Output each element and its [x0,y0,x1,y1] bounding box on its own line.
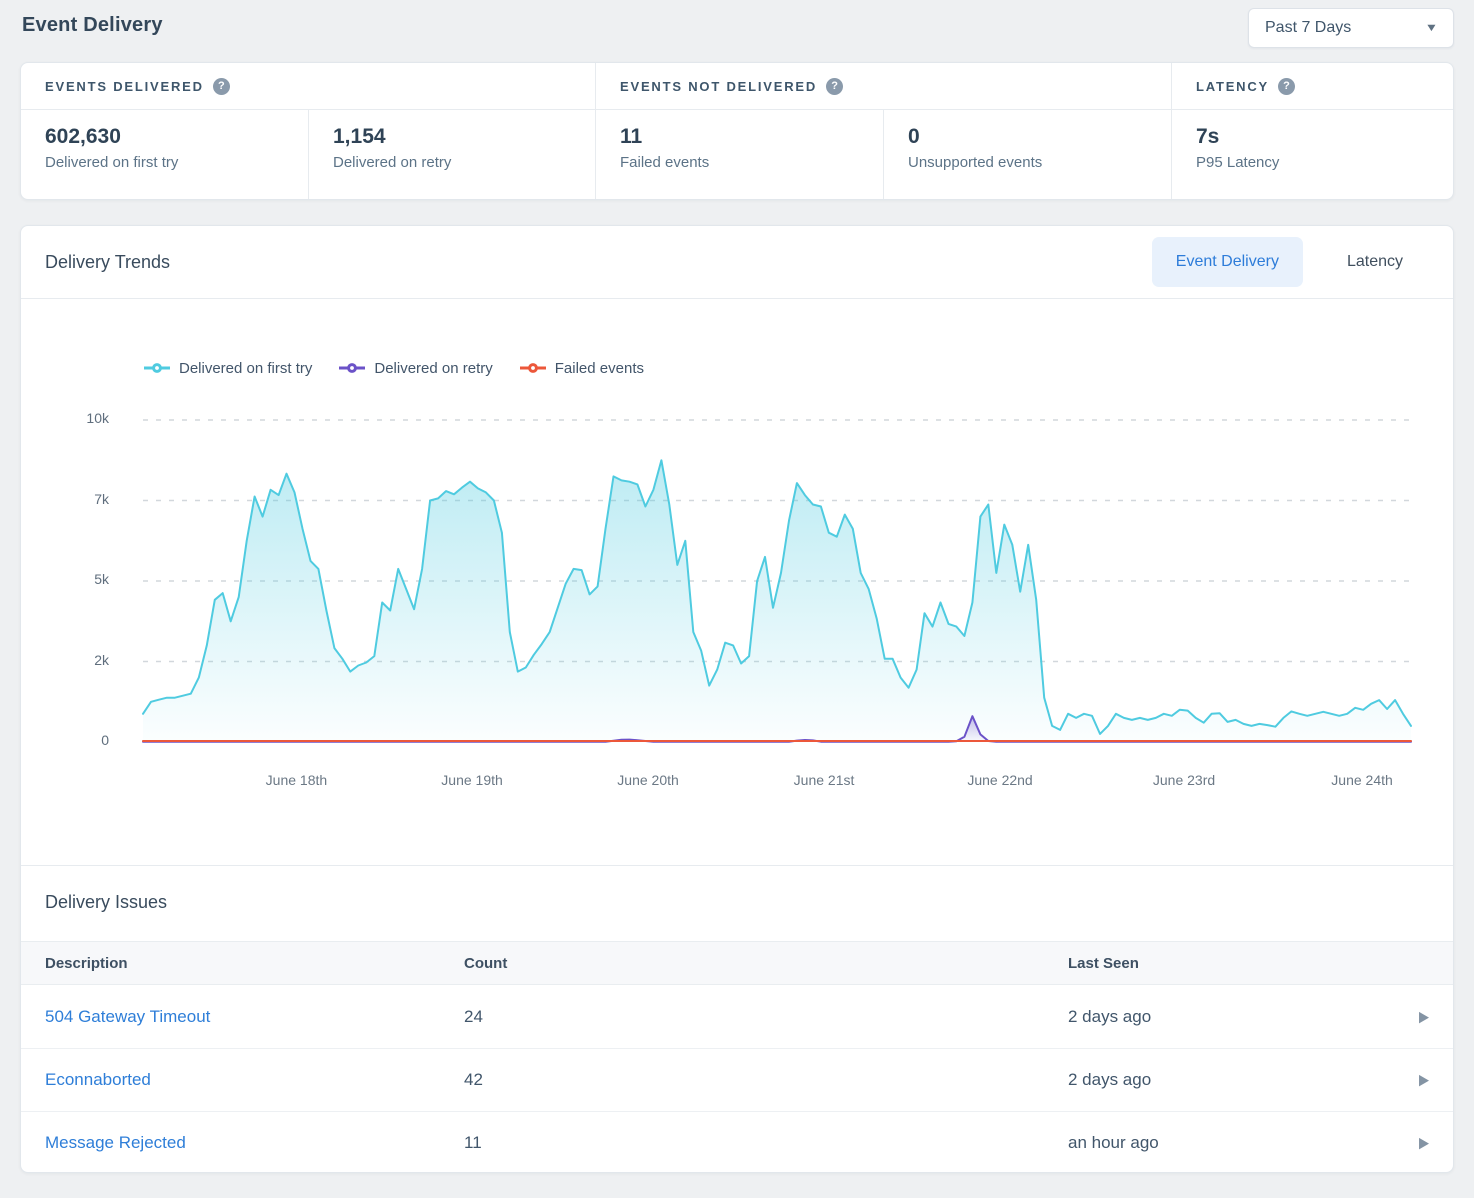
table-row[interactable]: Econnaborted 42 2 days ago ▶ [21,1048,1453,1111]
chart-section: Delivered on first try Delivered on retr… [21,355,1453,865]
x-axis-label: June 24th [1331,772,1393,788]
x-axis-label: June 23rd [1153,772,1215,788]
delivery-trends-chart[interactable]: 02k5k7k10k June 18thJune 19thJune 20thJu… [143,420,1411,742]
stat-delivered-retry: 1,154 Delivered on retry [308,110,595,200]
issue-link[interactable]: Message Rejected [45,1133,186,1152]
tab-event-delivery[interactable]: Event Delivery [1152,237,1303,287]
event-delivery-page: Event Delivery Past 7 Days ▼ EVENTS DELI… [0,0,1474,1173]
issues-table: Description Count Last Seen 504 Gateway … [21,941,1453,1173]
legend-label: Delivered on first try [179,360,312,377]
issue-count: 42 [464,1070,1068,1090]
column-header-description: Description [45,955,464,972]
delivery-trends-card: Delivery Trends Event Delivery Latency D… [20,225,1454,1173]
x-axis-label: June 21st [794,772,855,788]
stat-delivered-first-try: 602,630 Delivered on first try [21,110,308,200]
table-header-row: Description Count Last Seen [21,941,1453,985]
stats-group-label: LATENCY [1196,79,1269,94]
issues-title: Delivery Issues [21,888,1453,916]
legend-label: Delivered on retry [374,360,492,377]
page-title: Event Delivery [22,14,163,37]
tab-latency[interactable]: Latency [1323,237,1427,287]
stats-group-latency: LATENCY ? [1171,63,1453,109]
legend-marker-icon [338,362,366,374]
stats-group-events-not-delivered: EVENTS NOT DELIVERED ? [595,63,1171,109]
y-axis: 02k5k7k10k [21,420,121,742]
issue-last-seen: 2 days ago [1068,1070,1381,1090]
help-icon[interactable]: ? [1278,78,1295,95]
issue-last-seen: an hour ago [1068,1133,1381,1153]
chart-legend: Delivered on first try Delivered on retr… [143,355,1405,381]
legend-item-delivered-retry[interactable]: Delivered on retry [338,360,492,377]
time-range-select[interactable]: Past 7 Days ▼ [1248,8,1454,48]
legend-marker-icon [143,362,171,374]
stat-label: Delivered on retry [333,154,571,171]
chevron-right-icon[interactable]: ▶ [1419,1134,1429,1152]
column-header-count: Count [464,955,1068,972]
help-icon[interactable]: ? [213,78,230,95]
stat-value: 0 [908,125,1147,149]
y-axis-label: 5k [21,571,109,587]
x-axis-label: June 18th [266,772,328,788]
issue-count: 24 [464,1007,1068,1027]
issue-link[interactable]: Econnaborted [45,1070,151,1089]
table-row[interactable]: 504 Gateway Timeout 24 2 days ago ▶ [21,985,1453,1048]
y-axis-label: 10k [21,410,109,426]
chevron-down-icon: ▼ [1425,22,1439,34]
y-axis-label: 0 [21,732,109,748]
table-row[interactable]: Message Rejected 11 an hour ago ▶ [21,1111,1453,1173]
stat-label: P95 Latency [1196,154,1429,171]
chevron-right-icon[interactable]: ▶ [1419,1007,1429,1025]
stat-label: Failed events [620,154,859,171]
stat-label: Delivered on first try [45,154,284,171]
time-range-value: Past 7 Days [1265,19,1351,37]
help-icon[interactable]: ? [826,78,843,95]
stat-failed-events: 11 Failed events [595,110,883,200]
stats-group-events-delivered: EVENTS DELIVERED ? [21,63,595,109]
stat-unsupported-events: 0 Unsupported events [883,110,1171,200]
issue-count: 11 [464,1133,1068,1153]
trends-header: Delivery Trends Event Delivery Latency [21,226,1453,299]
column-header-last-seen: Last Seen [1068,955,1381,972]
issue-link[interactable]: 504 Gateway Timeout [45,1007,210,1026]
x-axis-label: June 20th [617,772,679,788]
stat-value: 602,630 [45,125,284,149]
chart-canvas [143,420,1411,742]
stat-label: Unsupported events [908,154,1147,171]
x-axis-label: June 22nd [967,772,1032,788]
stats-summary-card: EVENTS DELIVERED ? EVENTS NOT DELIVERED … [20,62,1454,200]
y-axis-label: 2k [21,652,109,668]
issue-last-seen: 2 days ago [1068,1007,1381,1027]
x-axis: June 18th June 19th June 20th June 21st June… [143,772,1411,792]
legend-label: Failed events [555,360,644,377]
stat-p95-latency: 7s P95 Latency [1171,110,1453,200]
stats-group-label: EVENTS NOT DELIVERED [620,79,817,94]
stats-group-label: EVENTS DELIVERED [45,79,204,94]
trends-tabs: Event Delivery Latency [1152,237,1427,287]
trends-title: Delivery Trends [45,252,170,273]
stats-value-row: 602,630 Delivered on first try 1,154 Del… [21,110,1453,200]
stat-value: 1,154 [333,125,571,149]
legend-item-failed-events[interactable]: Failed events [519,360,644,377]
chevron-right-icon[interactable]: ▶ [1419,1071,1429,1089]
delivery-issues-section: Delivery Issues Description Count Last S… [21,866,1453,1173]
stats-header-row: EVENTS DELIVERED ? EVENTS NOT DELIVERED … [21,63,1453,110]
legend-marker-icon [519,362,547,374]
stat-value: 7s [1196,125,1429,149]
legend-item-delivered-first-try[interactable]: Delivered on first try [143,360,312,377]
x-axis-label: June 19th [441,772,503,788]
stat-value: 11 [620,125,859,149]
page-header: Event Delivery Past 7 Days ▼ [20,0,1454,62]
y-axis-label: 7k [21,491,109,507]
